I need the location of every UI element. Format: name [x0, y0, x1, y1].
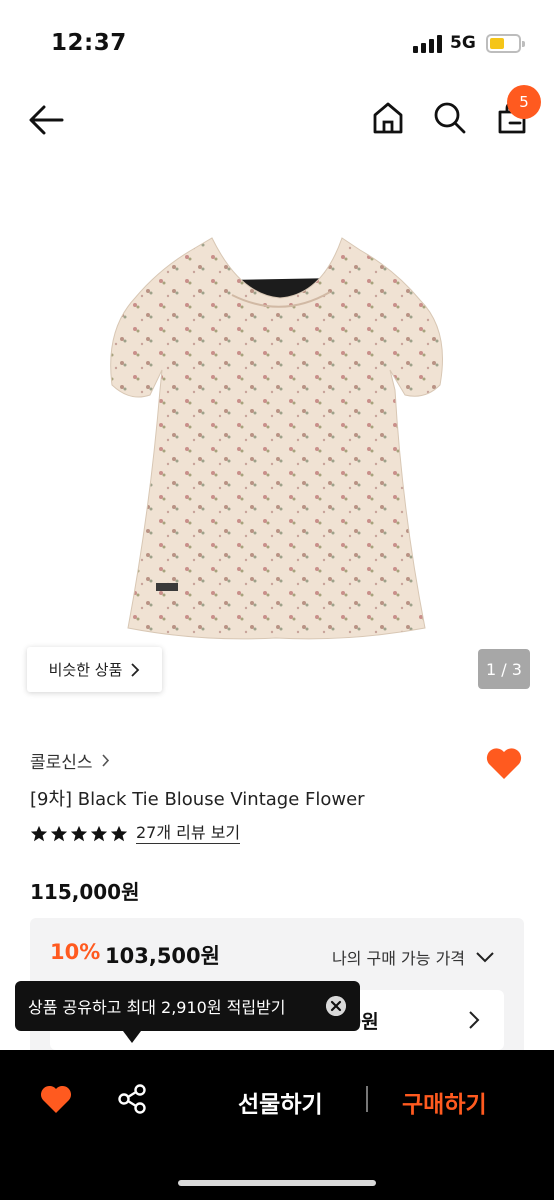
battery-icon [486, 34, 525, 53]
chevron-right-icon [131, 662, 140, 677]
star-icon [110, 825, 128, 841]
chevron-right-icon [469, 1011, 480, 1029]
rating-row: 27개 리뷰 보기 [30, 823, 241, 844]
similar-products-button[interactable]: 비슷한 상품 [27, 647, 162, 692]
product-image[interactable] [0, 180, 554, 700]
brand-link[interactable]: 콜로신스 [30, 748, 110, 773]
share-icon[interactable] [115, 1082, 149, 1116]
search-icon[interactable] [430, 98, 470, 138]
heart-icon[interactable] [39, 1083, 73, 1115]
status-time: 12:37 [51, 30, 127, 56]
close-icon[interactable] [326, 996, 346, 1016]
gift-button[interactable]: 선물하기 [238, 1085, 323, 1119]
reviews-link[interactable]: 27개 리뷰 보기 [136, 823, 241, 844]
my-price-label: 나의 구매 가능 가격 [332, 949, 466, 968]
cart-count-badge: 5 [507, 85, 541, 119]
heart-icon[interactable] [484, 744, 524, 782]
star-icon [30, 825, 48, 841]
bottom-action-bar: 선물하기 구매하기 [0, 1050, 554, 1200]
original-price: 115,000원 [30, 880, 140, 904]
chevron-right-icon [101, 754, 109, 767]
star-icon [90, 825, 108, 841]
star-icon [50, 825, 68, 841]
my-price-toggle[interactable]: 나의 구매 가능 가격 [332, 945, 495, 969]
tooltip-text: 상품 공유하고 최대 2,910원 적립받기 [28, 998, 286, 1017]
share-reward-tooltip: 상품 공유하고 최대 2,910원 적립받기 [15, 981, 360, 1043]
similar-products-label: 비슷한 상품 [48, 661, 123, 679]
product-title: [9차] Black Tie Blouse Vintage Flower [30, 789, 365, 810]
top-nav [0, 80, 554, 160]
status-bar: 12:37 5G [0, 0, 554, 80]
brand-name: 콜로신스 [30, 753, 93, 773]
chevron-down-icon [476, 952, 494, 963]
star-icon [70, 825, 88, 841]
image-page-indicator: 1 / 3 [478, 649, 530, 689]
discount-rate: 10% [50, 940, 101, 964]
network-label: 5G [450, 33, 476, 53]
home-indicator [178, 1180, 376, 1186]
signal-icon [413, 35, 443, 53]
rating-stars [30, 825, 128, 843]
divider [366, 1086, 368, 1112]
home-icon[interactable] [368, 98, 408, 138]
sale-price: 103,500원 [105, 944, 220, 968]
buy-button[interactable]: 구매하기 [402, 1085, 487, 1119]
back-arrow-icon[interactable] [26, 100, 68, 140]
